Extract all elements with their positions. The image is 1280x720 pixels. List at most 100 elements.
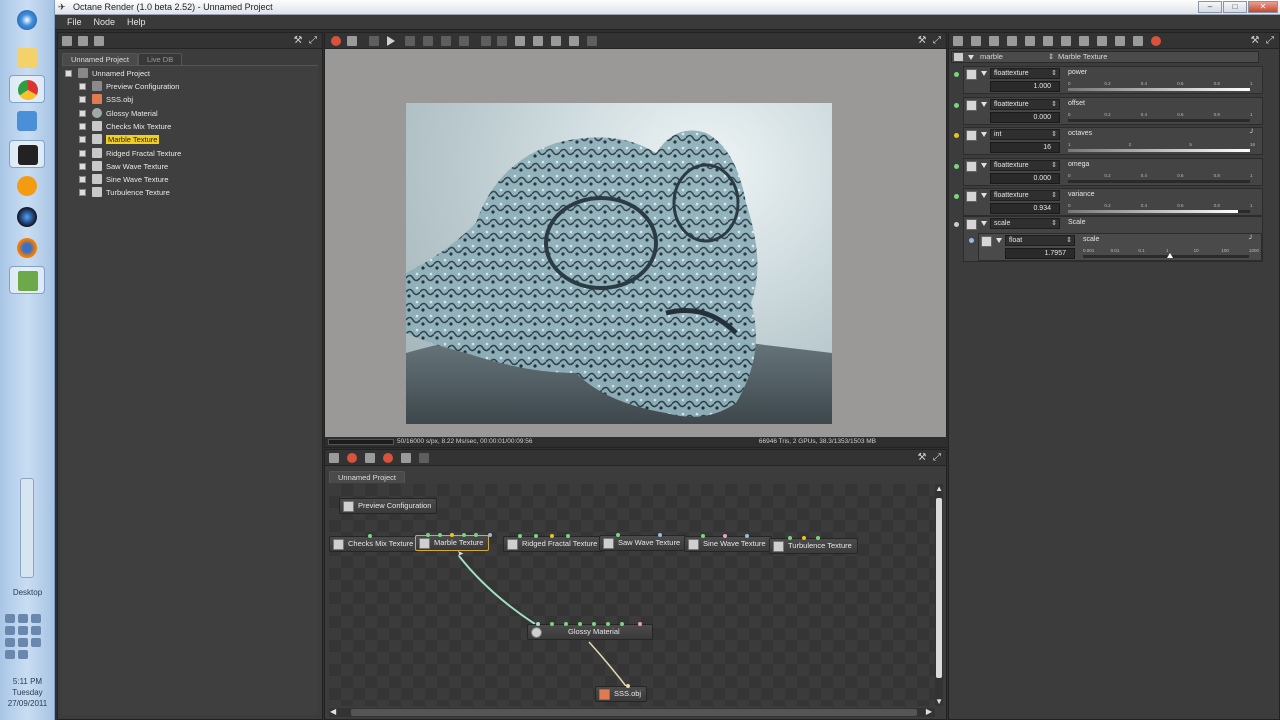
input-pin[interactable] (368, 534, 372, 538)
scroll-right-icon[interactable]: ▶ (926, 708, 932, 716)
node-glossy-material[interactable]: Glossy Material (527, 622, 653, 640)
tray-icon[interactable] (18, 638, 28, 647)
node-graph-horizontal-scrollbar[interactable] (329, 708, 935, 717)
expand-toggle[interactable] (79, 122, 86, 130)
param-value-field[interactable]: 0.000 (990, 172, 1060, 184)
input-pin[interactable] (564, 622, 568, 626)
wrench-icon[interactable]: ⚒ (1249, 35, 1261, 47)
collapse-triangle-icon[interactable] (981, 132, 987, 137)
pick-focus-icon[interactable] (459, 36, 469, 46)
node-checks-mix-texture[interactable]: Checks Mix Texture (329, 534, 420, 552)
param-value-field[interactable]: 1.7957 (1005, 248, 1075, 259)
outliner-item[interactable]: Sine Wave Texture (79, 173, 169, 186)
outliner-item[interactable]: Preview Configuration (79, 80, 179, 93)
param-type-select[interactable]: float (1005, 235, 1075, 246)
collapse-toggle[interactable] (65, 70, 72, 77)
taskbar-tool[interactable] (9, 266, 45, 294)
input-pin[interactable] (518, 534, 522, 538)
node-canvas[interactable]: Preview Configuration Checks Mix Texture… (329, 484, 935, 706)
taskbar-app-blue[interactable] (9, 107, 45, 135)
expand-icon[interactable]: ⤢ (1264, 35, 1276, 47)
minimize-button[interactable]: – (1198, 1, 1222, 13)
scroll-up-icon[interactable]: ▲ (935, 485, 943, 493)
refresh-graph-icon[interactable] (401, 453, 411, 463)
input-pin[interactable] (616, 533, 620, 537)
new-node-icon[interactable] (94, 36, 104, 46)
collapse-triangle-icon[interactable] (981, 71, 987, 76)
taskbar-firefox[interactable] (9, 234, 45, 262)
input-pin[interactable] (566, 534, 570, 538)
tray-icon[interactable] (18, 650, 28, 659)
maximize-button[interactable]: □ (1223, 1, 1247, 13)
menu-node[interactable]: Node (88, 15, 122, 29)
expand-toggle[interactable] (79, 96, 86, 104)
menu-file[interactable]: File (61, 15, 88, 29)
param-slider[interactable]: 0 0.2 0.4 0.6 0.8 1 (1068, 203, 1253, 214)
scroll-left-icon[interactable]: ◀ (330, 708, 336, 716)
capture-icon[interactable] (569, 36, 579, 46)
input-pin[interactable] (438, 533, 442, 537)
input-pin[interactable] (626, 684, 630, 688)
tray-icon[interactable] (31, 614, 41, 623)
list-icon[interactable] (62, 36, 72, 46)
save-graph-icon[interactable] (365, 453, 375, 463)
expand-toggle[interactable] (79, 162, 86, 170)
input-pin[interactable] (462, 533, 466, 537)
inspector-dropdown-arrow-icon[interactable]: ⇕ (1048, 52, 1054, 62)
outliner-item[interactable]: SSS.obj (79, 93, 133, 106)
collapse-triangle-icon[interactable] (981, 162, 987, 168)
param-value-field[interactable]: 0.934 (990, 203, 1060, 214)
slider-handle[interactable] (1167, 253, 1173, 258)
outliner-item[interactable]: Checks Mix Texture (79, 120, 171, 133)
param-slider[interactable]: 0 0.2 0.4 0.6 0.8 1 (1068, 81, 1253, 92)
tray-icon[interactable] (5, 638, 15, 647)
param-slider[interactable]: 0 0.2 0.4 0.6 0.8 1 (1068, 173, 1253, 184)
close-button[interactable]: ✕ (1248, 1, 1278, 13)
region-icon[interactable] (481, 36, 491, 46)
collapse-triangle-icon[interactable] (981, 101, 987, 107)
taskbar-explorer[interactable] (9, 44, 45, 72)
inspector-tool-icon[interactable] (1079, 36, 1089, 46)
tray-icon[interactable] (31, 626, 41, 635)
pick-material-icon[interactable] (533, 36, 543, 46)
expand-toggle[interactable] (79, 109, 86, 117)
title-bar[interactable]: ✈ Octane Render (1.0 beta 2.52) - Unname… (55, 0, 1280, 15)
menu-help[interactable]: Help (121, 15, 152, 29)
input-pin[interactable] (723, 534, 727, 538)
film-region-icon[interactable] (515, 36, 525, 46)
param-type-select[interactable]: floattexture (990, 98, 1060, 110)
taskbar-blender[interactable] (9, 203, 45, 231)
node-turbulence-texture[interactable]: Turbulence Texture (769, 536, 858, 554)
save-icon[interactable] (78, 36, 88, 46)
collapse-triangle-icon[interactable] (996, 238, 1002, 243)
scroll-down-icon[interactable]: ▼ (935, 698, 943, 706)
system-tray[interactable] (5, 614, 50, 659)
expand-toggle[interactable] (79, 176, 86, 184)
input-pin[interactable] (606, 622, 610, 626)
taskbar-octane[interactable] (9, 140, 45, 168)
scale-slider[interactable]: 0.001 0.01 0.1 1 10 100 1000 (1083, 248, 1259, 259)
inspector-node-name[interactable]: marble (980, 52, 1003, 62)
collapse-triangle-icon[interactable] (981, 193, 987, 198)
node-saw-wave-texture[interactable]: Saw Wave Texture (599, 533, 687, 551)
input-pin[interactable] (592, 622, 596, 626)
expand-toggle[interactable] (79, 83, 86, 90)
inspector-tool-icon[interactable] (1133, 36, 1143, 46)
scrollbar-thumb[interactable] (936, 498, 942, 678)
link-icon[interactable] (419, 453, 429, 463)
tab-unnamed-project[interactable]: Unnamed Project (62, 53, 138, 65)
expand-toggle[interactable] (79, 136, 86, 144)
param-type-select[interactable]: floattexture (990, 190, 1060, 201)
lock-viewport-icon[interactable] (497, 36, 507, 46)
expand-icon[interactable]: ⤢ (307, 35, 319, 47)
pause-icon[interactable] (369, 36, 379, 46)
param-value-field[interactable]: 1.000 (990, 81, 1060, 92)
node-preview-configuration[interactable]: Preview Configuration (339, 498, 438, 514)
input-pin[interactable] (550, 534, 554, 538)
param-type-select[interactable]: floattexture (990, 159, 1060, 171)
volume-slider[interactable] (20, 478, 34, 578)
delete-node-icon[interactable] (347, 453, 357, 463)
start-button[interactable] (9, 6, 45, 34)
refresh-icon[interactable] (441, 36, 451, 46)
param-type-select[interactable]: scale (990, 218, 1060, 229)
